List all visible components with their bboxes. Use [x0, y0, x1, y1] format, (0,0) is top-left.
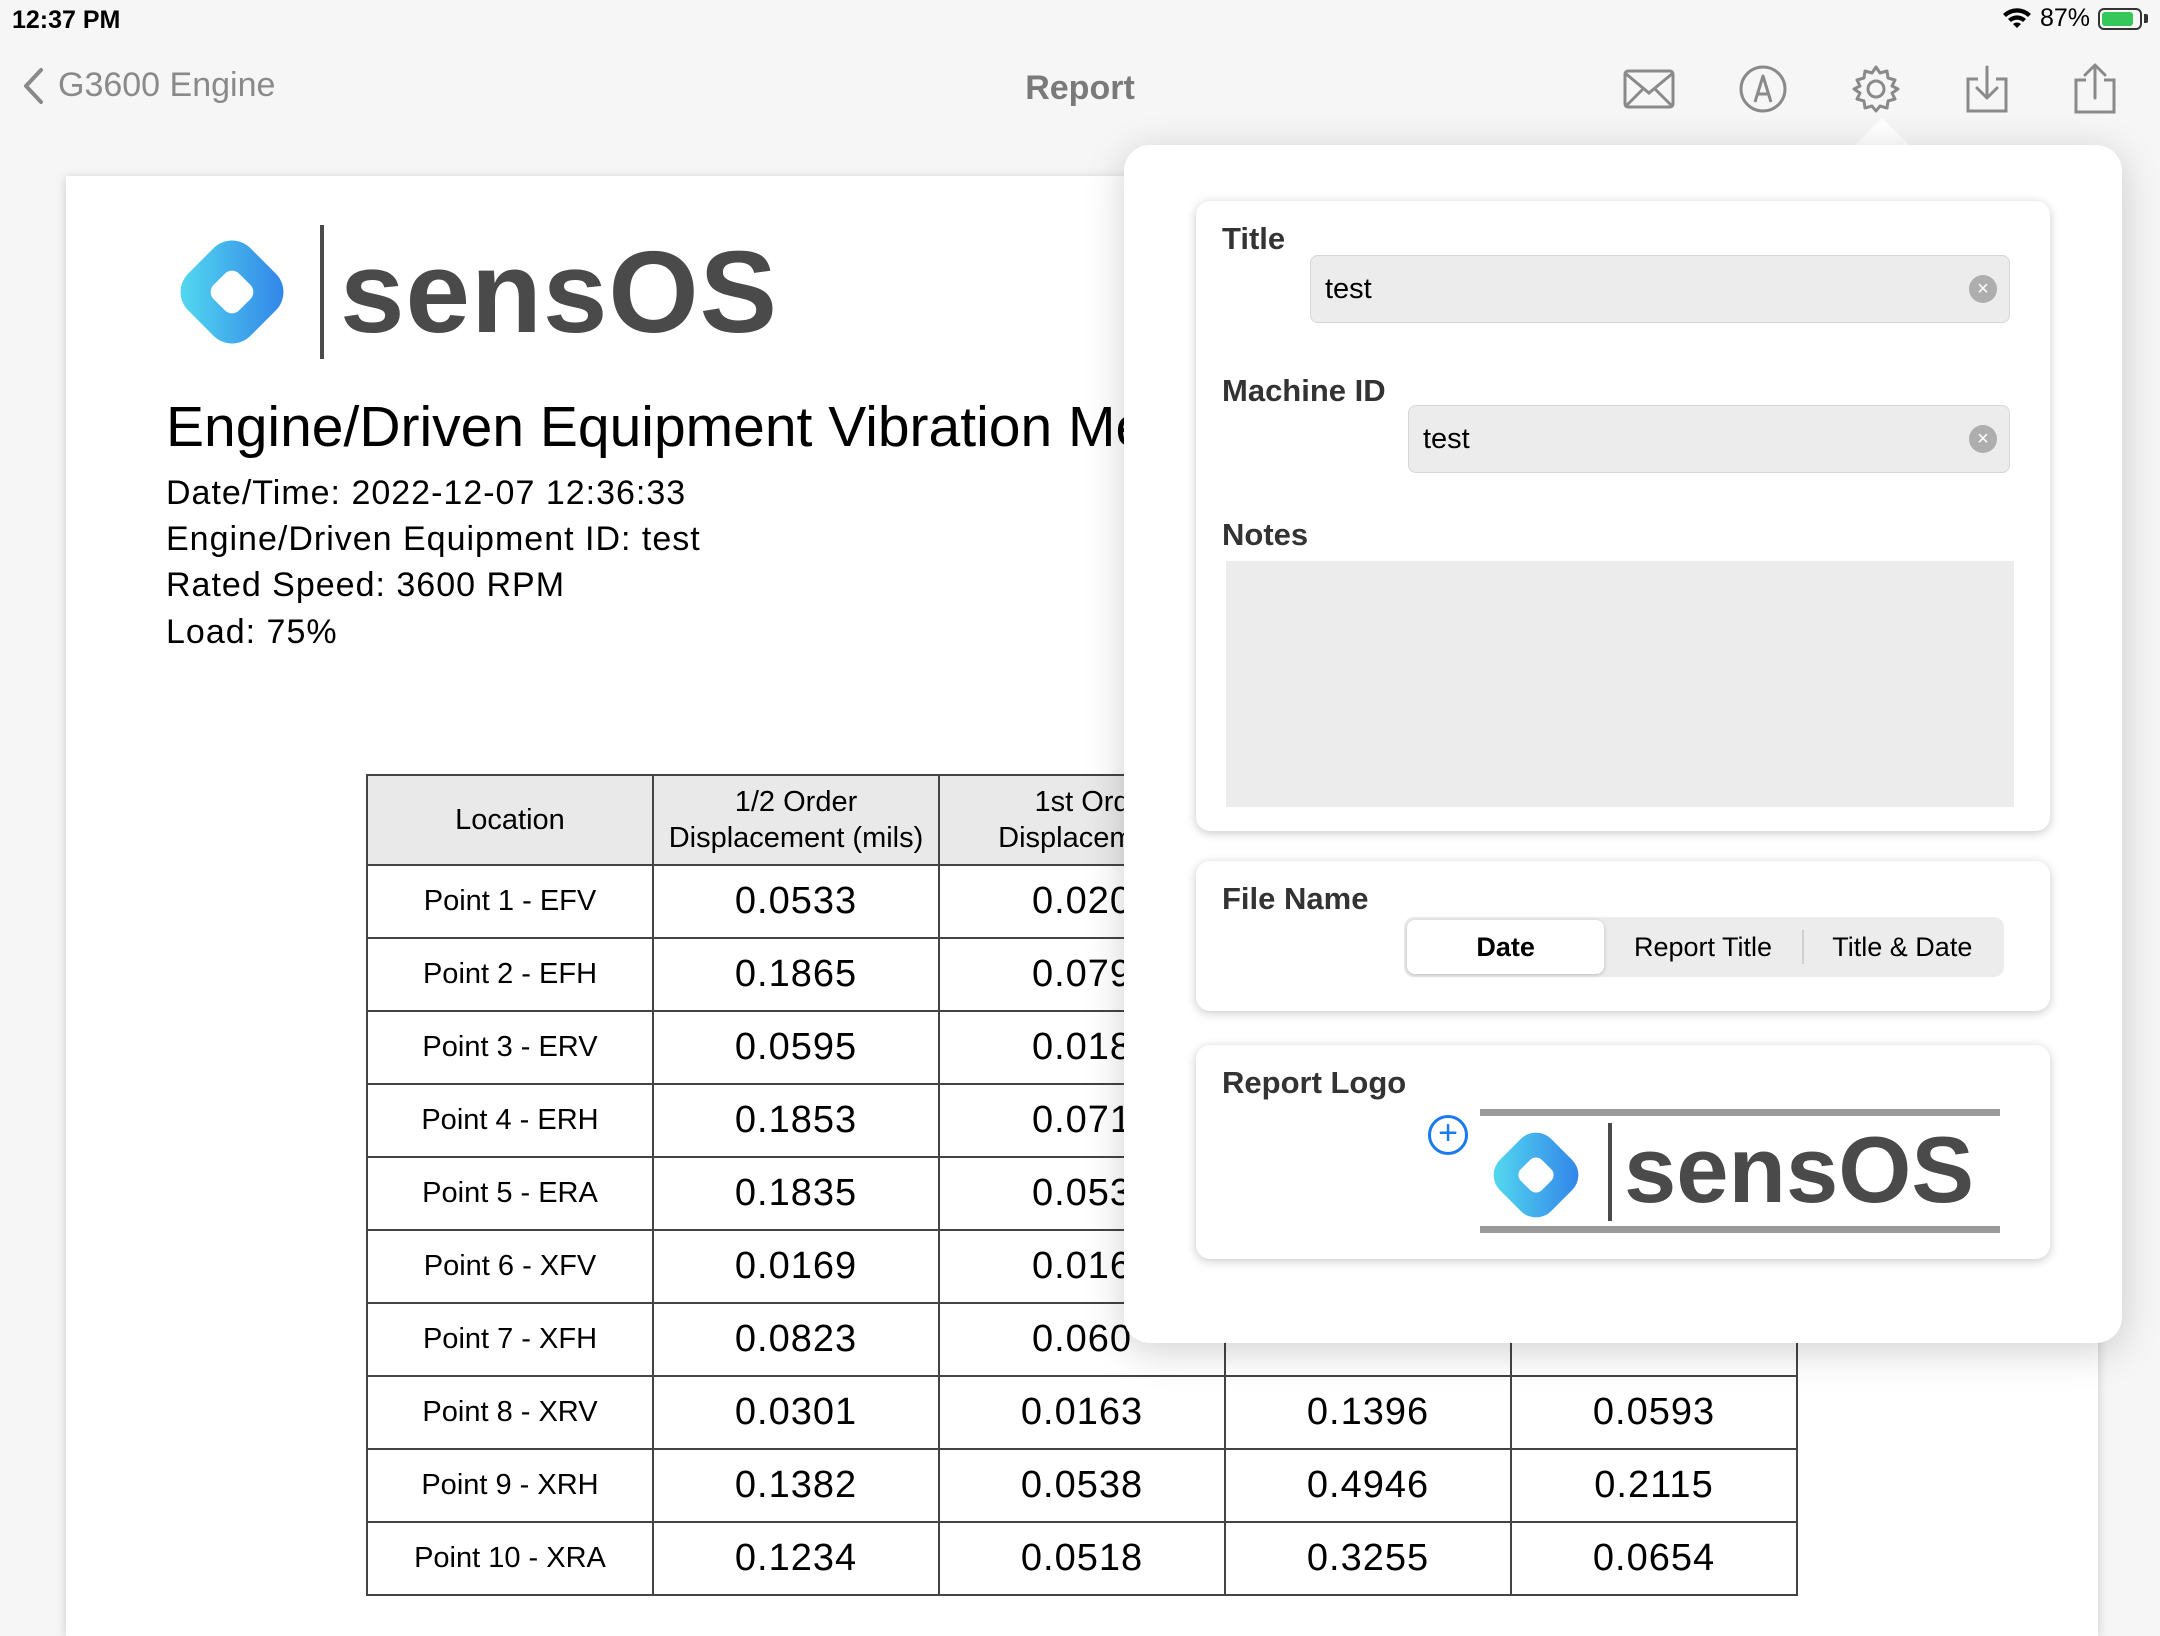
file-name-label: File Name [1222, 881, 1369, 916]
report-logo-preview[interactable]: sensOS [1480, 1109, 2000, 1233]
logo-preview-wordmark: sensOS [1624, 1117, 1975, 1222]
location-cell: Point 6 - XFV [366, 1229, 654, 1304]
value-cell: 0.0518 [938, 1521, 1226, 1596]
nav-title: Report [1025, 69, 1135, 107]
clear-title-icon[interactable]: × [1969, 275, 1997, 303]
value-cell: 0.0301 [652, 1375, 940, 1450]
location-cell: Point 8 - XRV [366, 1375, 654, 1450]
share-icon[interactable] [2066, 60, 2124, 118]
segment-date[interactable]: Date [1407, 920, 1605, 974]
status-indicators: 87% [2002, 4, 2148, 33]
report-title: Engine/Driven Equipment Vibration Me [166, 395, 1148, 459]
file-name-card: File Name Date Report Title Title & Date [1196, 861, 2050, 1011]
notes-label: Notes [1222, 517, 1309, 552]
popover-arrow [1854, 118, 1910, 146]
report-logo-card: Report Logo + sensOS [1196, 1045, 2050, 1259]
location-cell: Point 4 - ERH [366, 1083, 654, 1158]
table-row: Point 9 - XRH 0.1382 0.0538 0.4946 0.2115 [366, 1448, 1798, 1523]
machine-id-field-value: test [1423, 422, 1470, 455]
title-field[interactable]: test × [1310, 255, 2010, 323]
markup-icon[interactable] [1734, 60, 1792, 118]
file-name-segmented-control: Date Report Title Title & Date [1404, 917, 2004, 977]
segment-title-and-date[interactable]: Title & Date [1804, 920, 2001, 974]
value-cell: 0.4946 [1224, 1448, 1512, 1523]
value-cell: 0.0654 [1510, 1521, 1798, 1596]
value-cell: 0.0595 [652, 1010, 940, 1085]
value-cell: 0.1865 [652, 937, 940, 1012]
value-cell: 0.1853 [652, 1083, 940, 1158]
value-cell: 0.1234 [652, 1521, 940, 1596]
segment-report-title[interactable]: Report Title [1604, 920, 1801, 974]
battery-icon [2098, 7, 2148, 30]
location-cell: Point 7 - XFH [366, 1302, 654, 1377]
report-settings-popover: Title test × Machine ID test × Notes Fil… [1124, 145, 2122, 1343]
battery-percent: 87% [2039, 4, 2090, 32]
value-cell: 0.0823 [652, 1302, 940, 1377]
value-cell: 0.0538 [938, 1448, 1226, 1523]
logo-wordmark: sensOS [340, 227, 778, 357]
value-cell: 0.1382 [652, 1448, 940, 1523]
notes-field[interactable] [1226, 561, 2014, 807]
value-cell: 0.0533 [652, 864, 940, 939]
machine-id-field[interactable]: test × [1408, 405, 2010, 473]
location-cell: Point 5 - ERA [366, 1156, 654, 1231]
title-label: Title [1222, 221, 1286, 256]
sensos-logo-icon [180, 240, 284, 344]
meta-load: Load: 75% [166, 613, 338, 651]
table-row: Point 8 - XRV 0.0301 0.0163 0.1396 0.0593 [366, 1375, 1798, 1450]
location-cell: Point 9 - XRH [366, 1448, 654, 1523]
clear-machine-id-icon[interactable]: × [1969, 425, 1997, 453]
column-header: Location [366, 774, 654, 866]
location-cell: Point 3 - ERV [366, 1010, 654, 1085]
value-cell: 0.0163 [938, 1375, 1226, 1450]
title-field-value: test [1325, 272, 1372, 305]
add-logo-icon[interactable]: + [1428, 1115, 1468, 1155]
value-cell: 0.0593 [1510, 1375, 1798, 1450]
details-card: Title test × Machine ID test × Notes [1196, 201, 2050, 831]
location-cell: Point 2 - EFH [366, 937, 654, 1012]
location-cell: Point 1 - EFV [366, 864, 654, 939]
meta-datetime: Date/Time: 2022-12-07 12:36:33 [166, 474, 687, 512]
machine-id-label: Machine ID [1222, 373, 1386, 408]
mail-icon[interactable] [1620, 60, 1678, 118]
location-cell: Point 10 - XRA [366, 1521, 654, 1596]
meta-rated-speed: Rated Speed: 3600 RPM [166, 566, 566, 604]
report-logo: sensOS [164, 224, 778, 360]
settings-icon[interactable] [1847, 60, 1905, 118]
value-cell: 0.1396 [1224, 1375, 1512, 1450]
sensos-logo-preview-icon [1493, 1132, 1579, 1218]
value-cell: 0.3255 [1224, 1521, 1512, 1596]
meta-equipment-id: Engine/Driven Equipment ID: test [166, 520, 701, 558]
value-cell: 0.1835 [652, 1156, 940, 1231]
save-icon[interactable] [1958, 60, 2016, 118]
value-cell: 0.2115 [1510, 1448, 1798, 1523]
status-time: 12:37 PM [12, 6, 121, 34]
column-header: 1/2 Order Displacement (mils) [652, 774, 940, 866]
table-row: Point 10 - XRA 0.1234 0.0518 0.3255 0.0654 [366, 1521, 1798, 1596]
wifi-icon [2002, 7, 2031, 28]
value-cell: 0.0169 [652, 1229, 940, 1304]
report-logo-label: Report Logo [1222, 1065, 1407, 1100]
